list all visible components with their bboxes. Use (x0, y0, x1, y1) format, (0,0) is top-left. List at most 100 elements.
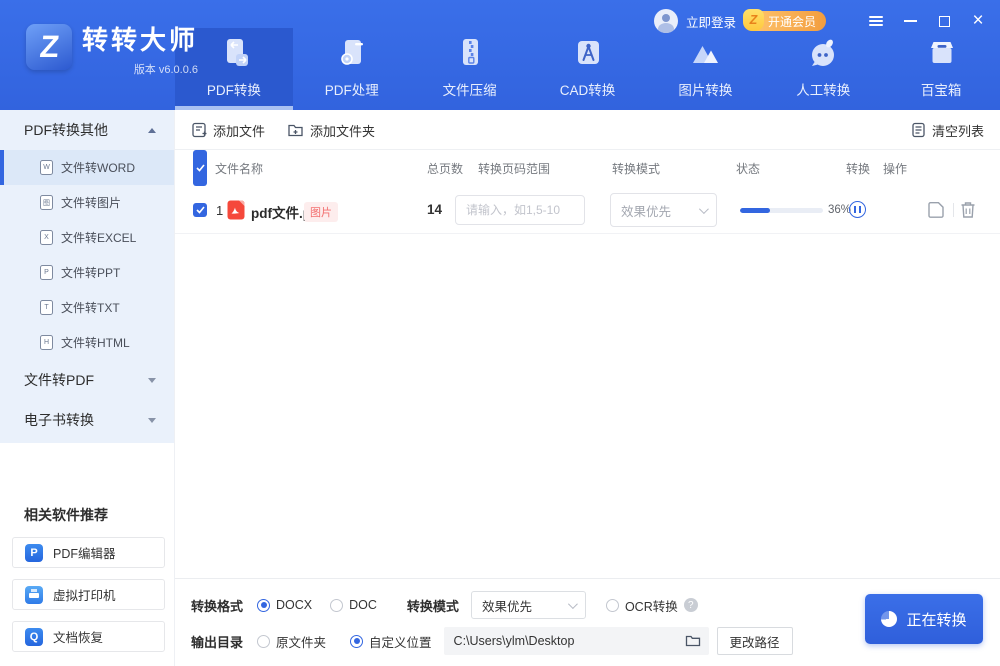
recommend-app-label: 文档恢复 (53, 627, 103, 646)
footer-options: 转换格式 DOCX DOC 转换模式 效果优先 OCR转换 (175, 578, 1000, 666)
menu-icon[interactable] (868, 13, 884, 29)
folder-icon[interactable] (685, 634, 701, 648)
source-folder-label: 原文件夹 (276, 632, 326, 651)
recommend-virtual-printer[interactable]: 虚拟打印机 (12, 579, 165, 610)
html-doc-icon: H (40, 335, 53, 350)
change-path-label: 更改路径 (730, 632, 780, 651)
sidebar-item-to-word[interactable]: W 文件转WORD (0, 150, 174, 185)
tab-label: 人工转换 (796, 79, 850, 99)
converting-spinner-icon (881, 611, 897, 627)
col-page-range: 转换页码范围 (478, 150, 550, 186)
output-label: 输出目录 (191, 632, 243, 651)
chevron-down-icon (699, 204, 709, 214)
select-all-checkbox[interactable] (193, 150, 207, 186)
recommend-app-label: 虚拟打印机 (53, 585, 116, 604)
toolbox-icon (924, 37, 958, 71)
radio-source-folder[interactable]: 原文件夹 (257, 632, 326, 651)
ocr-help-icon[interactable]: ? (684, 598, 698, 612)
recommend-doc-recovery[interactable]: Q 文档恢复 (12, 621, 165, 652)
footer-mode-select[interactable]: 效果优先 (471, 591, 586, 619)
progress-bar (740, 208, 823, 213)
tab-label: 图片转换 (678, 79, 732, 99)
sidebar-group-pdf-convert-other[interactable]: PDF转换其他 (0, 110, 174, 150)
radio-dot (257, 635, 270, 648)
chevron-down-icon (568, 599, 578, 609)
avatar[interactable] (654, 9, 678, 33)
tab-cad-convert[interactable]: CAD转换 (529, 0, 647, 110)
recommend-pdf-editor[interactable]: P PDF编辑器 (12, 537, 165, 568)
excel-doc-icon: X (40, 230, 53, 245)
tab-label: 百宝箱 (921, 79, 962, 99)
sidebar-item-label: 文件转PPT (61, 264, 120, 281)
clear-list-button[interactable]: 清空列表 (911, 110, 984, 150)
sidebar-item-label: 文件转EXCEL (61, 229, 136, 246)
page-range-input[interactable] (455, 195, 585, 225)
tab-label: PDF处理 (325, 79, 379, 99)
image-doc-icon: 图 (40, 195, 53, 210)
minimize-icon[interactable] (902, 13, 918, 29)
add-file-button[interactable]: 添加文件 (191, 110, 265, 150)
table-row: 1 pdf文件.pdf 图片 14 效果优先 36% (175, 186, 1000, 234)
table-header: 文件名称 总页数 转换页码范围 转换模式 状态 转换 操作 (175, 150, 1000, 186)
clear-list-label: 清空列表 (932, 121, 984, 140)
col-total-pages: 总页数 (427, 150, 463, 186)
header: Z 转转大师 版本 v6.0.0.6 立即登录 Z 开通会员 × (0, 0, 1000, 110)
open-file-icon[interactable] (928, 201, 945, 224)
topbar: 立即登录 Z 开通会员 × (654, 8, 986, 34)
sidebar-item-label: 文件转WORD (61, 159, 135, 176)
progress-percent: 36% (828, 204, 851, 216)
app-logo-icon: Z (26, 24, 72, 70)
radio-ocr[interactable]: OCR转换 (606, 596, 678, 615)
delete-icon[interactable] (960, 201, 976, 224)
main-panel: 添加文件 添加文件夹 清空列表 文件名称 总页数 转换页码范围 转换模式 状态 … (175, 110, 1000, 666)
sidebar-item-to-html[interactable]: H 文件转HTML (0, 325, 174, 360)
cad-convert-icon (571, 37, 605, 71)
output-row: 输出目录 原文件夹 自定义位置 C:\Users\ylm\Desktop 更改路… (191, 627, 793, 655)
recommend-title: 相关软件推荐 (24, 505, 174, 525)
tab-file-compress[interactable]: 文件压缩 (411, 0, 529, 110)
maximize-icon[interactable] (936, 13, 952, 29)
col-status: 状态 (736, 150, 760, 186)
file-compress-icon (453, 37, 487, 71)
radio-doc[interactable]: DOC (330, 598, 377, 612)
action-divider (953, 203, 954, 217)
radio-docx[interactable]: DOCX (257, 598, 312, 612)
group-label: 电子书转换 (24, 410, 94, 430)
brand: Z 转转大师 版本 v6.0.0.6 (26, 24, 198, 77)
radio-docx-label: DOCX (276, 598, 312, 612)
collapse-arrow-icon (148, 128, 156, 133)
col-convert: 转换 (846, 150, 870, 186)
change-path-button[interactable]: 更改路径 (717, 627, 793, 655)
close-icon[interactable]: × (970, 13, 986, 29)
radio-dot (330, 599, 343, 612)
pause-icon[interactable] (849, 201, 866, 218)
vip-button[interactable]: Z 开通会员 (746, 11, 826, 31)
convert-button-label: 正在转换 (906, 609, 966, 630)
pdf-process-icon (335, 37, 369, 71)
tab-label: 文件压缩 (443, 79, 497, 99)
radio-doc-label: DOC (349, 598, 377, 612)
pdf-file-icon (227, 200, 245, 225)
sidebar-item-label: 文件转TXT (61, 299, 120, 316)
row-mode-value: 效果优先 (621, 201, 671, 220)
add-folder-icon (287, 122, 304, 138)
sidebar-item-to-txt[interactable]: T 文件转TXT (0, 290, 174, 325)
add-folder-button[interactable]: 添加文件夹 (287, 110, 375, 150)
output-path-field[interactable]: C:\Users\ylm\Desktop (444, 627, 709, 655)
tab-pdf-process[interactable]: PDF处理 (293, 0, 411, 110)
radio-custom-location[interactable]: 自定义位置 (350, 632, 432, 651)
convert-button[interactable]: 正在转换 (865, 594, 983, 644)
output-path-value: C:\Users\ylm\Desktop (454, 634, 575, 648)
sidebar-group-ebook-convert[interactable]: 电子书转换 (0, 400, 174, 440)
radio-dot (606, 599, 619, 612)
sidebar-item-to-ppt[interactable]: P 文件转PPT (0, 255, 174, 290)
row-mode-select[interactable]: 效果优先 (610, 193, 717, 227)
login-link[interactable]: 立即登录 (686, 12, 736, 31)
window-controls: × (850, 13, 986, 29)
row-checkbox[interactable] (193, 203, 207, 217)
footer-mode-value: 效果优先 (482, 596, 532, 615)
sidebar-item-to-image[interactable]: 图 文件转图片 (0, 185, 174, 220)
sidebar-item-to-excel[interactable]: X 文件转EXCEL (0, 220, 174, 255)
sidebar-group-to-pdf[interactable]: 文件转PDF (0, 360, 174, 400)
doc-recovery-icon: Q (25, 628, 43, 646)
